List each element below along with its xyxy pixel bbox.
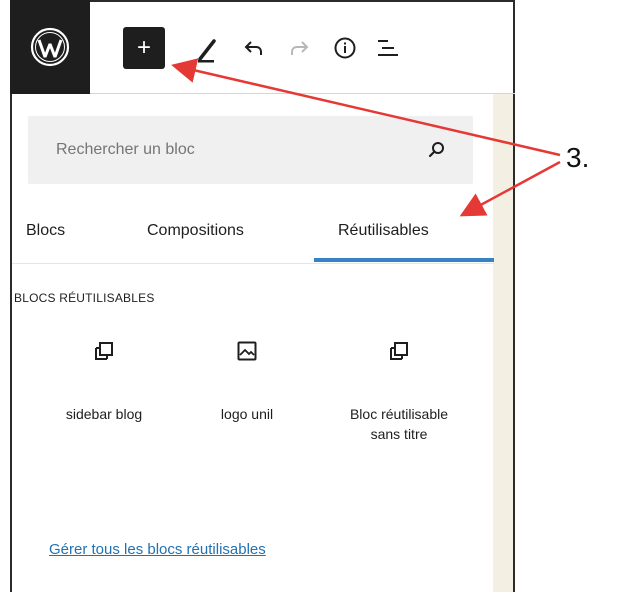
- tab-label: Blocs: [26, 222, 66, 239]
- image-icon: [237, 341, 257, 361]
- tab-reutilisables[interactable]: Réutilisables: [338, 200, 429, 262]
- reusable-block-item[interactable]: sidebar blog: [44, 340, 164, 424]
- list-view-button[interactable]: [375, 36, 401, 60]
- undo-button[interactable]: [242, 36, 266, 60]
- manage-reusable-blocks-link[interactable]: Gérer tous les blocs réutilisables: [49, 541, 266, 558]
- block-label: logo unil: [220, 406, 274, 422]
- block-inserter-button[interactable]: +: [123, 27, 165, 69]
- reusable-block-item[interactable]: logo unil: [187, 340, 307, 424]
- wordpress-logo-button[interactable]: [10, 0, 90, 94]
- redo-button[interactable]: [287, 36, 311, 60]
- editor-toolbar: +: [10, 0, 515, 94]
- page: + Rechercher un bloc Blocs Compositions …: [0, 0, 618, 592]
- reusable-block-icon: [390, 342, 408, 360]
- details-button[interactable]: [332, 35, 358, 61]
- section-heading: BLOCS RÉUTILISABLES: [14, 291, 155, 305]
- block-search: [28, 116, 473, 184]
- block-label: sidebar blog: [65, 406, 143, 422]
- inserter-tabs: Blocs Compositions Réutilisables: [12, 200, 494, 264]
- pen-tool-icon: [198, 39, 216, 63]
- info-icon: [334, 37, 356, 59]
- reusable-block-item[interactable]: Bloc réutilisable sans titre: [339, 340, 459, 444]
- redo-icon: [291, 41, 309, 55]
- tab-label: Réutilisables: [338, 222, 429, 239]
- reusable-block-icon: [95, 342, 113, 360]
- search-input[interactable]: [56, 116, 416, 184]
- annotation-label: 3.: [566, 142, 590, 173]
- list-view-icon: [378, 40, 398, 56]
- undo-icon: [244, 41, 262, 55]
- tab-label: Compositions: [147, 222, 244, 239]
- wordpress-logo-icon: [30, 27, 70, 67]
- tools-button[interactable]: [195, 34, 221, 64]
- scrollbar-track[interactable]: [493, 94, 513, 592]
- search-icon: [427, 140, 447, 160]
- tab-compositions[interactable]: Compositions: [147, 200, 244, 262]
- active-tab-indicator: [314, 258, 494, 262]
- plus-icon: +: [136, 34, 151, 61]
- tab-blocs[interactable]: Blocs: [26, 200, 65, 262]
- block-label: Bloc réutilisable sans titre: [349, 406, 449, 442]
